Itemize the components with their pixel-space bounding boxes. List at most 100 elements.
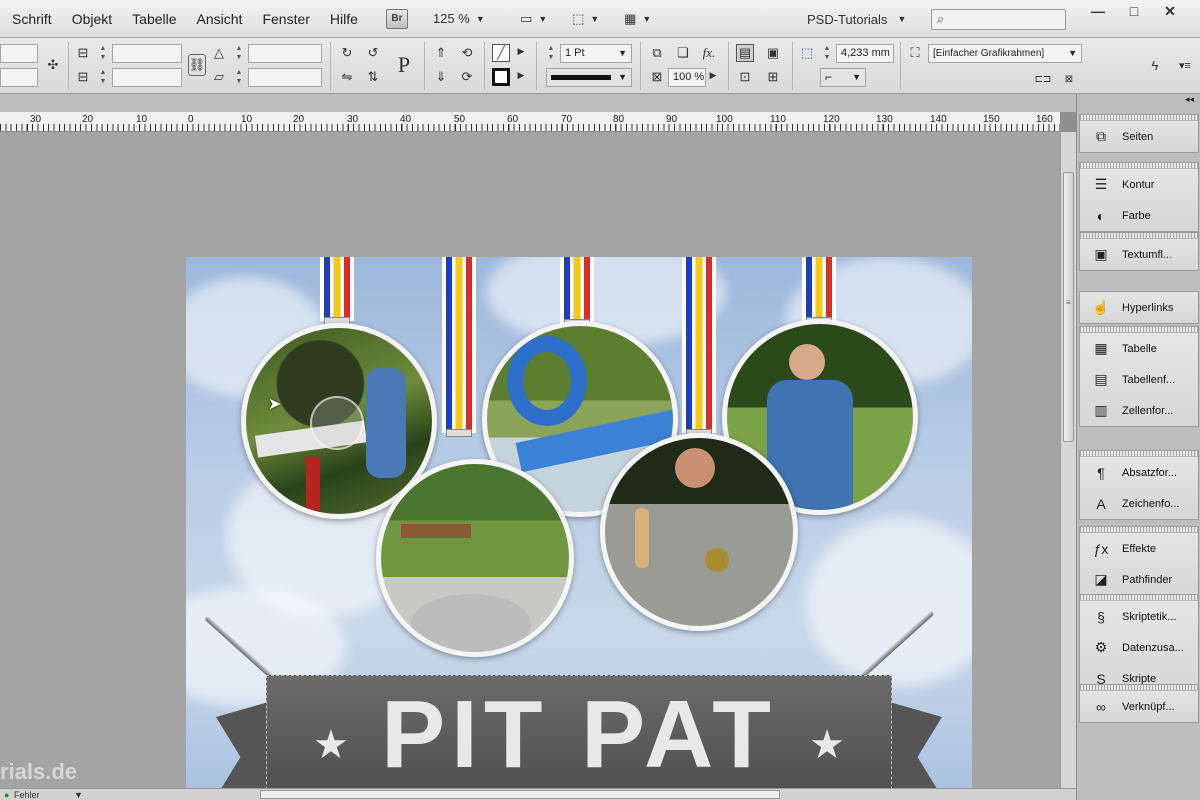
opacity-menu-arrow-icon[interactable]: ▶ xyxy=(708,70,718,81)
panel-item-table[interactable]: ▦ Tabelle xyxy=(1080,333,1198,364)
effects-fx-icon[interactable]: fx. xyxy=(700,44,718,62)
panel-item-cell-styles[interactable]: ▥ Zellenfor... xyxy=(1080,395,1198,426)
stroke-menu-arrow-icon[interactable]: ▶ xyxy=(516,70,526,81)
stroke-type-select[interactable]: ▼ xyxy=(546,68,632,87)
menu-hilfe[interactable]: Hilfe xyxy=(320,0,368,38)
panel-group: ƒx Effekte ◪ Pathfinder xyxy=(1079,526,1199,596)
stroke-weight-select[interactable]: 1 Pt ▼ xyxy=(560,44,632,63)
flip-horizontal-icon[interactable]: ⇋ xyxy=(338,68,356,86)
photo-element-face xyxy=(675,448,715,488)
panel-item-script-label[interactable]: § Skriptetik... xyxy=(1080,601,1198,632)
clear-overrides-icon[interactable]: ⊏⊐ xyxy=(1034,70,1052,88)
ruler-label: 140 xyxy=(930,114,947,125)
menu-tabelle[interactable]: Tabelle xyxy=(122,0,186,38)
photo-frame-bowling-lane[interactable] xyxy=(376,459,574,657)
maximize-button[interactable]: □ xyxy=(1116,0,1152,22)
horizontal-scroll-thumb[interactable] xyxy=(260,790,780,799)
preflight-errors[interactable]: Fehler xyxy=(14,789,40,800)
bridge-button[interactable]: Br xyxy=(385,8,408,29)
panel-item-table-styles[interactable]: ▤ Tabellenf... xyxy=(1080,364,1198,395)
y-position-field[interactable] xyxy=(0,68,38,87)
fit-content-icon[interactable]: ⊡ xyxy=(736,68,754,86)
panel-item-paragraph-styles[interactable]: ¶ Absatzfor... xyxy=(1080,457,1198,488)
select-next-icon[interactable]: ⟳ xyxy=(458,68,476,86)
panel-item-hyperlinks[interactable]: ☝ Hyperlinks xyxy=(1080,292,1198,323)
chevron-down-icon: ▼ xyxy=(618,72,627,82)
shear-field[interactable] xyxy=(248,68,322,87)
shadow-icon[interactable]: ❏ xyxy=(674,44,692,62)
fill-swatch-icon[interactable]: ╱ xyxy=(492,44,510,62)
text-frame-options-icon[interactable]: ▤ xyxy=(736,44,754,62)
script-label-icon: § xyxy=(1097,608,1105,625)
constrain-proportions-icon[interactable]: ⛓ xyxy=(188,54,206,76)
stroke-swatch-icon[interactable] xyxy=(492,68,510,86)
object-style-options-icon[interactable]: ⊠ xyxy=(1060,70,1078,88)
rotate-cw-icon[interactable]: ↻ xyxy=(338,44,356,62)
panel-item-color-palette[interactable]: ◐ Farbe xyxy=(1080,200,1198,231)
content-grabber-icon[interactable] xyxy=(310,396,364,450)
menu-fenster[interactable]: Fenster xyxy=(252,0,319,38)
panel-menu-icon[interactable]: ▾≡ xyxy=(1176,56,1194,74)
quick-apply-icon[interactable]: ϟ xyxy=(1146,56,1164,74)
opacity-field[interactable]: 100 % xyxy=(668,68,706,87)
flip-vertical-icon[interactable]: ⇅ xyxy=(364,68,382,86)
text-wrap-icon: ▣ xyxy=(1094,246,1108,262)
height-field[interactable] xyxy=(112,68,182,87)
chevron-down-icon[interactable]: ▼ xyxy=(74,789,83,800)
panel-item-character-styles[interactable]: A Zeichenfo... xyxy=(1080,488,1198,519)
select-previous-icon[interactable]: ⟲ xyxy=(458,44,476,62)
chevron-down-icon: ▼ xyxy=(642,13,652,24)
menu-objekt[interactable]: Objekt xyxy=(62,0,122,38)
screen-mode-button[interactable]: ⬚ ▼ xyxy=(568,7,604,31)
fit-frame-icon[interactable]: ⊞ xyxy=(764,68,782,86)
horizontal-ruler: 30 20 10 0 10 20 30 40 50 60 70 80 90 10… xyxy=(0,112,1060,132)
title-banner[interactable]: ★ PIT PAT ★ xyxy=(266,675,892,788)
fill-menu-arrow-icon[interactable]: ▶ xyxy=(516,46,526,57)
view-options-button[interactable]: ▭ ▼ xyxy=(516,7,552,31)
stroke-width-stepper[interactable]: ▲ ▼ xyxy=(822,44,832,62)
width-stepper[interactable]: ▲ ▼ xyxy=(98,44,108,62)
x-position-field[interactable] xyxy=(0,44,38,63)
menu-ansicht[interactable]: Ansicht xyxy=(187,0,253,38)
rotate-stepper[interactable]: ▲ ▼ xyxy=(234,44,244,62)
minimize-button[interactable]: — xyxy=(1080,0,1116,22)
search-input[interactable]: ⌕ xyxy=(931,9,1066,30)
panel-item-links[interactable]: ∞ Verknüpf... xyxy=(1080,691,1198,722)
stroke-width-field[interactable]: 4,233 mm xyxy=(836,44,894,63)
shear-stepper[interactable]: ▲ ▼ xyxy=(234,68,244,86)
reference-point-icon[interactable]: ✣ xyxy=(44,56,62,74)
scroll-thumb[interactable]: ≡ xyxy=(1063,172,1074,442)
star-icon: ★ xyxy=(809,723,845,767)
collapse-panels-icon[interactable]: ◂◂ xyxy=(1185,94,1194,105)
ruler-label: 10 xyxy=(136,114,148,125)
photo-frame-skittles[interactable] xyxy=(600,433,798,631)
drop-shadow-icon[interactable]: ⧉ xyxy=(648,44,666,62)
panel-item-stroke[interactable]: ☰ Kontur xyxy=(1080,169,1198,200)
rotate-ccw-icon[interactable]: ↺ xyxy=(364,44,382,62)
document-page[interactable]: ★ PIT PAT ★ xyxy=(186,257,972,788)
workspace-switcher[interactable]: PSD-Tutorials ▼ xyxy=(806,7,907,31)
panel-item-effects[interactable]: ƒx Effekte xyxy=(1080,533,1198,564)
panel-item-data-merge[interactable]: ⚙ Datenzusa... xyxy=(1080,632,1198,663)
medal-ribbon xyxy=(442,257,476,437)
select-content-icon[interactable]: ⇓ xyxy=(432,68,450,86)
select-container-icon[interactable]: ⇑ xyxy=(432,44,450,62)
width-field[interactable] xyxy=(112,44,182,63)
panel-item-pathfinder[interactable]: ◪ Pathfinder xyxy=(1080,564,1198,595)
menu-schrift[interactable]: Schrift xyxy=(0,0,62,38)
hyperlinks-icon: ☝ xyxy=(1092,299,1110,315)
object-style-select[interactable]: [Einfacher Grafikrahmen] ▼ xyxy=(928,44,1082,63)
corner-shape-select[interactable]: ⌐ ▼ xyxy=(820,68,866,87)
rotation-field[interactable] xyxy=(248,44,322,63)
panel-item-pages[interactable]: ⧉ Seiten xyxy=(1080,121,1198,152)
zoom-select[interactable]: 125 % ▼ xyxy=(432,7,486,31)
vertical-scrollbar[interactable]: ≡ xyxy=(1060,132,1076,788)
stroke-weight-stepper[interactable]: ▲ ▼ xyxy=(546,44,556,62)
frame-fitting-icon[interactable]: ▣ xyxy=(764,44,782,62)
pasteboard[interactable]: ★ PIT PAT ★ ➤ rials.de xyxy=(0,132,1060,788)
height-stepper[interactable]: ▲ ▼ xyxy=(98,68,108,86)
panel-item-text-wrap[interactable]: ▣ Textumfl... xyxy=(1080,239,1198,270)
arrange-documents-button[interactable]: ▦ ▼ xyxy=(620,7,656,31)
ruler-label: 80 xyxy=(613,114,625,125)
close-button[interactable]: ✕ xyxy=(1152,0,1188,22)
